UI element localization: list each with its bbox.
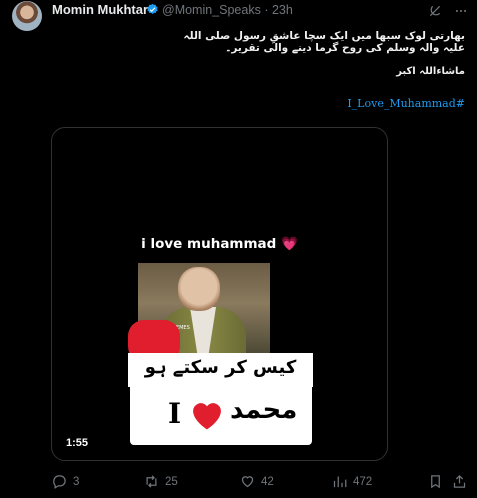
repost-icon bbox=[146, 475, 157, 488]
heart-icon bbox=[193, 403, 221, 430]
video-duration: 1:55 bbox=[66, 437, 89, 449]
avatar[interactable] bbox=[12, 1, 42, 31]
logo-panel: I محمد bbox=[130, 383, 312, 445]
more-icon[interactable] bbox=[454, 4, 468, 18]
logo-letter: I bbox=[168, 397, 182, 430]
tweet-text-line2: ماشاءاللہ اکبر bbox=[396, 66, 465, 77]
tweet-text: بھارتی لوک سبھا میں ایک سچا عاشقِ رسول ص… bbox=[183, 30, 465, 54]
logo-urdu: محمد bbox=[230, 395, 298, 425]
share-icon bbox=[453, 474, 466, 488]
bookmark-icon bbox=[431, 475, 440, 489]
video-caption: i love muhammad 💗 bbox=[141, 236, 298, 252]
bookmark-button[interactable] bbox=[428, 474, 443, 489]
speaker-face bbox=[178, 267, 220, 311]
overlay-text: کیس کر سکتے ہو bbox=[144, 357, 297, 378]
share-button[interactable] bbox=[452, 474, 467, 489]
repost-button[interactable]: 25 bbox=[144, 474, 178, 489]
grok-icon[interactable] bbox=[428, 4, 442, 18]
views-button[interactable]: 472 bbox=[332, 474, 372, 489]
like-count: 42 bbox=[261, 475, 274, 488]
views-count: 472 bbox=[353, 475, 373, 488]
verified-badge-icon bbox=[147, 3, 158, 14]
overlay-panel: کیس کر سکتے ہو bbox=[128, 353, 313, 387]
hashtag-link[interactable]: I_Love_Muhammad# bbox=[347, 97, 465, 110]
reply-icon bbox=[53, 475, 66, 489]
reply-button[interactable]: 3 bbox=[52, 474, 79, 489]
author-name[interactable]: Momin Mukhtar bbox=[52, 2, 148, 17]
like-button[interactable]: 42 bbox=[240, 474, 274, 489]
reply-count: 3 bbox=[73, 475, 80, 488]
author-handle-time[interactable]: @Momin_Speaks · 23h bbox=[162, 3, 293, 17]
video-player[interactable]: i love muhammad 💗 @SAHAANIMEMES کیس کر س… bbox=[51, 127, 388, 461]
views-icon bbox=[333, 476, 347, 488]
heart-outline-icon bbox=[241, 476, 254, 488]
repost-count: 25 bbox=[165, 475, 178, 488]
